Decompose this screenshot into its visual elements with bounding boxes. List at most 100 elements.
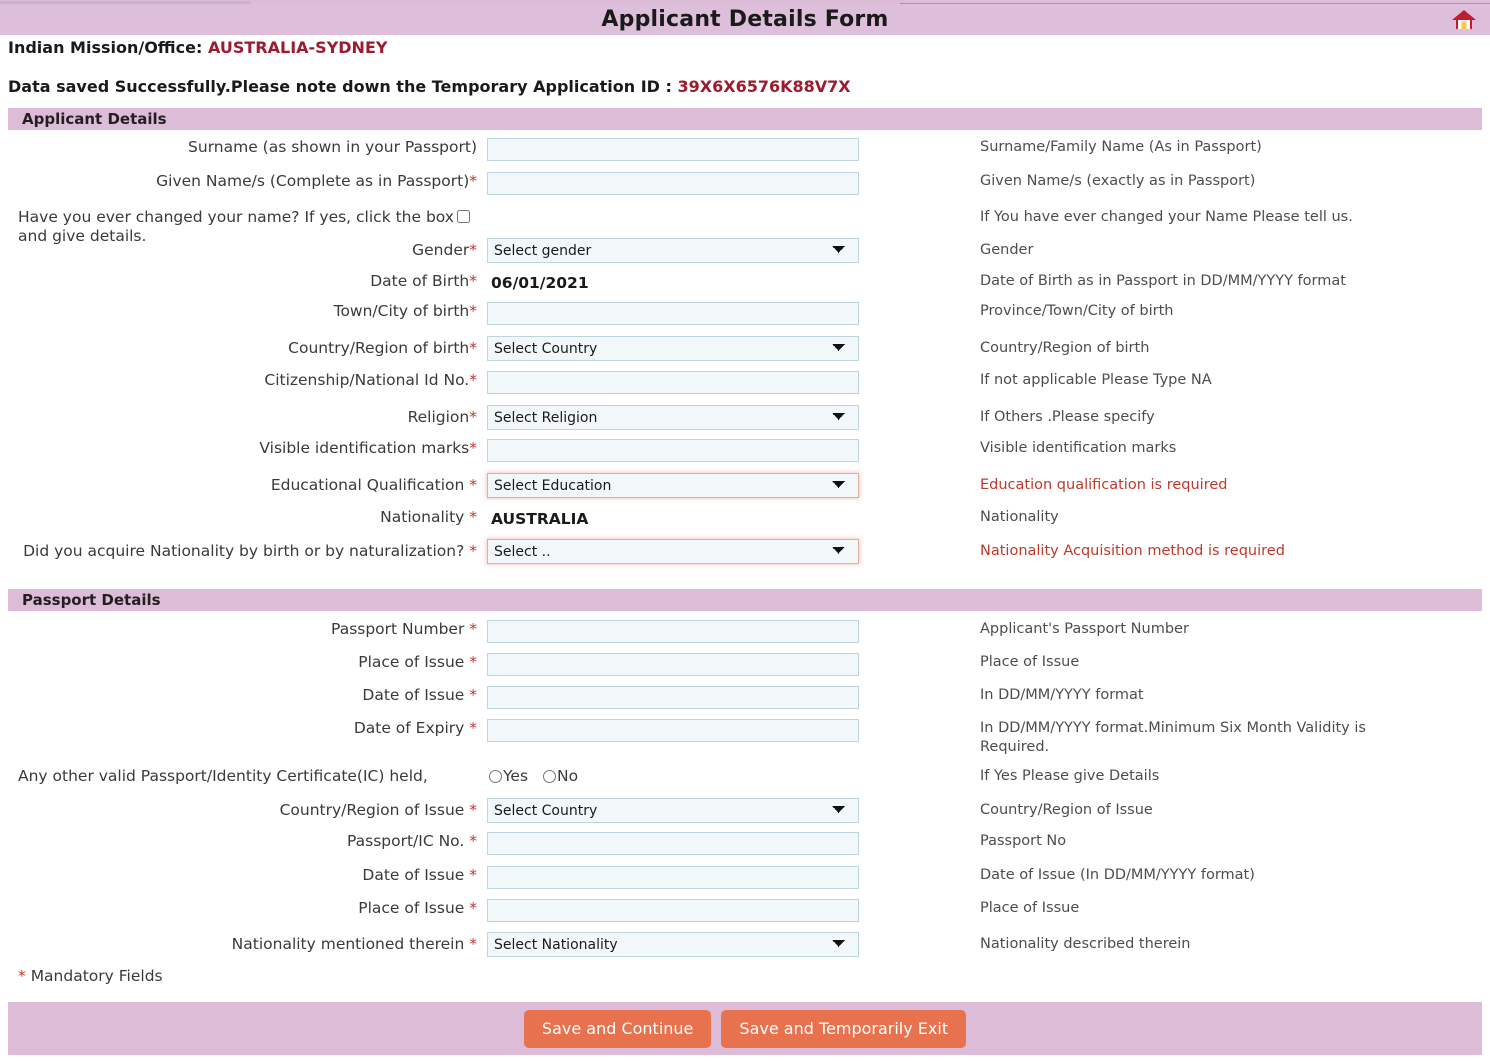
field-nationality-therein: Select Nationality <box>487 932 877 957</box>
label-religion: Religion* <box>0 405 487 427</box>
field-ic-place-of-issue <box>487 899 877 922</box>
required-mark-country-issue: * <box>469 801 477 819</box>
form-footer-bar: Save and Continue Save and Temporarily E… <box>8 1002 1482 1055</box>
label-nationality-therein: Nationality mentioned therein * <box>0 932 487 954</box>
section-title-passport: Passport Details <box>22 591 161 609</box>
required-mark-ic-place: * <box>469 899 477 917</box>
required-mark-passport-number: * <box>469 620 477 638</box>
label-other-passport: Any other valid Passport/Identity Certif… <box>0 767 487 786</box>
hint-date-of-issue: In DD/MM/YYYY format <box>877 686 1377 705</box>
country-of-birth-select[interactable]: Select Country <box>487 336 859 361</box>
label-passport-ic-no-text: Passport/IC No. <box>347 832 469 850</box>
hint-religion: If Others .Please specify <box>877 405 1377 427</box>
field-passport-number <box>487 620 877 643</box>
town-city-birth-input[interactable] <box>487 302 859 325</box>
other-passport-yes-label[interactable]: Yes <box>489 767 528 785</box>
given-name-input[interactable] <box>487 172 859 195</box>
required-mark-education: * <box>469 476 477 494</box>
passport-ic-number-input[interactable] <box>487 832 859 855</box>
required-mark-citizenship: * <box>469 371 477 389</box>
section-header-applicant-details: Applicant Details <box>8 108 1482 130</box>
label-other-passport-text: Any other valid Passport/Identity Certif… <box>18 767 428 785</box>
nationality-mentioned-therein-select[interactable]: Select Nationality <box>487 932 859 957</box>
label-passport-number: Passport Number * <box>0 620 487 639</box>
section-header-passport-details: Passport Details <box>8 589 1482 611</box>
label-date-of-expiry: Date of Expiry * <box>0 719 487 738</box>
row-given-name: Given Name/s (Complete as in Passport)* … <box>0 172 1490 195</box>
label-ic-place-of-issue: Place of Issue * <box>0 899 487 918</box>
other-passport-yes-radio[interactable] <box>489 770 502 783</box>
label-citizenship-id: Citizenship/National Id No.* <box>0 371 487 390</box>
label-passport-number-text: Passport Number <box>331 620 469 638</box>
visible-identification-marks-input[interactable] <box>487 439 859 462</box>
hint-gender: Gender <box>877 238 1377 260</box>
hint-place-of-issue: Place of Issue <box>877 653 1377 672</box>
row-date-of-issue: Date of Issue * In DD/MM/YYYY format <box>0 686 1490 709</box>
mandatory-star: * <box>18 967 26 985</box>
hint-ic-place-of-issue: Place of Issue <box>877 899 1377 918</box>
country-of-issue-select[interactable]: Select Country <box>487 798 859 823</box>
required-mark-nat-acq: * <box>469 542 477 560</box>
passport-number-input[interactable] <box>487 620 859 643</box>
label-education-text: Educational Qualification <box>271 476 469 494</box>
field-given-name <box>487 172 877 195</box>
label-nationality-therein-text: Nationality mentioned therein <box>232 935 470 953</box>
ic-date-of-issue-input[interactable] <box>487 866 859 889</box>
other-passport-no-label[interactable]: No <box>543 767 578 785</box>
label-place-of-issue-text: Place of Issue <box>358 653 469 671</box>
hint-education-error: Education qualification is required <box>877 473 1377 495</box>
hint-nationality: Nationality <box>877 508 1377 527</box>
label-gender-text: Gender <box>412 241 469 259</box>
field-passport-ic-no <box>487 832 877 855</box>
field-town-city-birth <box>487 302 877 325</box>
row-passport-ic-no: Passport/IC No. * Passport No <box>0 832 1490 855</box>
required-mark-nat-therein: * <box>469 935 477 953</box>
educational-qualification-select[interactable]: Select Education <box>487 473 859 498</box>
mission-office-label: Indian Mission/Office: <box>8 38 202 57</box>
hint-visible-marks: Visible identification marks <box>877 439 1377 458</box>
other-passport-no-radio[interactable] <box>543 770 556 783</box>
home-icon[interactable] <box>1446 4 1482 36</box>
hint-passport-ic-no: Passport No <box>877 832 1377 851</box>
surname-input[interactable] <box>487 138 859 161</box>
hint-surname: Surname/Family Name (As in Passport) <box>877 138 1377 157</box>
field-citizenship-id <box>487 371 877 394</box>
label-country-of-issue: Country/Region of Issue * <box>0 798 487 820</box>
other-passport-no-text: No <box>557 767 578 785</box>
mandatory-fields-note: * Mandatory Fields <box>18 967 163 985</box>
save-and-continue-button[interactable]: Save and Continue <box>524 1010 712 1048</box>
field-date-of-expiry <box>487 719 877 742</box>
date-of-issue-input[interactable] <box>487 686 859 709</box>
ic-place-of-issue-input[interactable] <box>487 899 859 922</box>
citizenship-national-id-input[interactable] <box>487 371 859 394</box>
row-visible-marks: Visible identification marks* Visible id… <box>0 439 1490 462</box>
row-nationality-acquisition: Did you acquire Nationality by birth or … <box>0 539 1490 564</box>
label-date-of-expiry-text: Date of Expiry <box>354 719 469 737</box>
save-and-temporarily-exit-button[interactable]: Save and Temporarily Exit <box>721 1010 966 1048</box>
row-date-of-birth: Date of Birth* 06/01/2021 Date of Birth … <box>0 272 1490 294</box>
row-nationality: Nationality * AUSTRALIA Nationality <box>0 508 1490 530</box>
row-nationality-therein: Nationality mentioned therein * Select N… <box>0 932 1490 957</box>
place-of-issue-input[interactable] <box>487 653 859 676</box>
date-of-expiry-input[interactable] <box>487 719 859 742</box>
field-country-of-issue: Select Country <box>487 798 877 823</box>
religion-select[interactable]: Select Religion <box>487 405 859 430</box>
field-date-of-birth: 06/01/2021 <box>487 272 877 294</box>
label-surname: Surname (as shown in your Passport) <box>0 138 487 157</box>
gender-select[interactable]: Select gender <box>487 238 859 263</box>
label-ic-date-of-issue-text: Date of Issue <box>362 866 469 884</box>
label-visible-marks-text: Visible identification marks <box>259 439 469 457</box>
required-mark-dob: * <box>469 272 477 290</box>
label-date-of-issue-text: Date of Issue <box>362 686 469 704</box>
row-education: Educational Qualification * Select Educa… <box>0 473 1490 498</box>
label-religion-text: Religion <box>408 408 470 426</box>
name-changed-checkbox[interactable] <box>457 210 470 223</box>
label-gender: Gender* <box>0 238 487 260</box>
field-country-birth: Select Country <box>487 336 877 361</box>
field-nationality-acquisition: Select .. <box>487 539 877 564</box>
field-date-of-issue <box>487 686 877 709</box>
nationality-acquisition-select[interactable]: Select .. <box>487 539 859 564</box>
label-date-of-birth-text: Date of Birth <box>370 272 469 290</box>
hint-nationality-acquisition-error: Nationality Acquisition method is requir… <box>877 539 1377 561</box>
required-mark-town: * <box>469 302 477 320</box>
